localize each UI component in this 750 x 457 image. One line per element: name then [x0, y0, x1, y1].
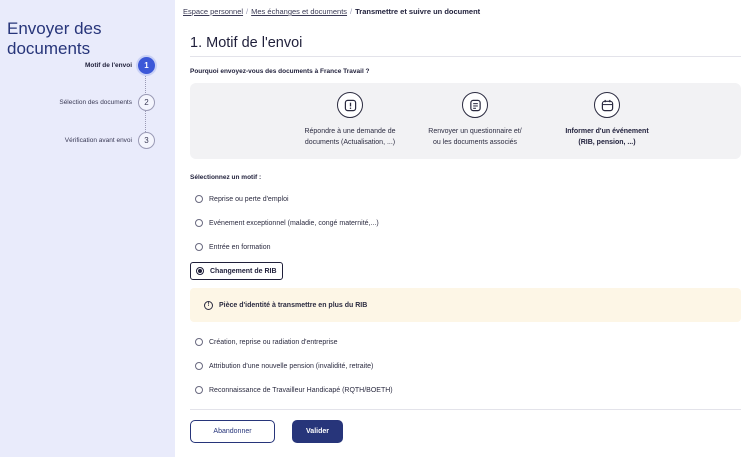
radio-button[interactable]	[195, 362, 203, 370]
step-verification[interactable]: Vérification avant envoi 3	[65, 132, 155, 149]
radio-label: Attribution d'une nouvelle pension (inva…	[209, 362, 374, 370]
step-motif[interactable]: Motif de l'envoi 1	[85, 57, 155, 74]
radio-label: Changement de RIB	[210, 267, 277, 275]
radio-label: Reprise ou perte d'emploi	[209, 195, 289, 203]
radio-label: Reconnaissance de Travailleur Handicapé …	[209, 386, 393, 394]
radio-button[interactable]	[195, 338, 203, 346]
step-selection[interactable]: Sélection des documents 2	[59, 94, 155, 111]
step-connector	[145, 111, 146, 132]
step-connector	[145, 74, 146, 95]
page-title: 1. Motif de l'envoi	[190, 35, 303, 51]
card-line: Répondre à une demande de	[304, 128, 396, 135]
card-text: Informer d'un événement (RIB, pension, .…	[547, 127, 667, 148]
step-number: 1	[138, 57, 155, 74]
card-line: documents (Actualisation, ...)	[304, 138, 396, 146]
step-label: Sélection des documents	[59, 99, 132, 106]
warning-banner: ! Pièce d'identité à transmettre en plus…	[190, 288, 741, 322]
step-label: Motif de l'envoi	[84, 62, 132, 69]
sidebar: Envoyer des documents Motif de l'envoi 1…	[0, 0, 175, 457]
card-repondre[interactable]: Répondre à une demande de documents (Act…	[290, 92, 410, 148]
radio-creation-entreprise[interactable]: Création, reprise ou radiation d'entrepr…	[195, 338, 338, 346]
alert-icon	[337, 92, 363, 118]
document-icon	[462, 92, 488, 118]
warning-icon: !	[204, 300, 213, 310]
radio-reprise-perte-emploi[interactable]: Reprise ou perte d'emploi	[195, 195, 289, 203]
step-number: 2	[138, 94, 155, 111]
breadcrumb-link-echanges[interactable]: Mes échanges et documents	[251, 7, 347, 16]
radio-evenement-exceptionnel[interactable]: Evénement exceptionnel (maladie, congé m…	[195, 219, 379, 227]
radio-label: Evénement exceptionnel (maladie, congé m…	[209, 219, 379, 227]
radio-changement-rib[interactable]: Changement de RIB	[190, 262, 283, 280]
card-line: Renvoyer un questionnaire et/	[428, 128, 522, 135]
actions-divider	[190, 409, 741, 410]
breadcrumb: Espace personnel / Mes échanges et documen…	[183, 7, 480, 16]
step-label: Vérification avant envoi	[64, 137, 132, 144]
question-label: Pourquoi envoyez-vous des documents à Fr…	[190, 68, 370, 75]
card-text: Répondre à une demande de documents (Act…	[290, 127, 410, 148]
cancel-button[interactable]: Abandonner	[190, 420, 275, 443]
breadcrumb-separator: /	[246, 7, 249, 16]
card-informer[interactable]: Informer d'un événement (RIB, pension, .…	[547, 92, 667, 148]
card-line: (RIB, pension, ...)	[578, 138, 636, 146]
radio-label: Entrée en formation	[209, 243, 271, 251]
submit-button[interactable]: Valider	[292, 420, 343, 443]
breadcrumb-link-espace[interactable]: Espace personnel	[183, 7, 243, 16]
radio-button[interactable]	[195, 195, 203, 203]
sidebar-title: Envoyer des documents	[7, 19, 102, 58]
step-number: 3	[138, 132, 155, 149]
breadcrumb-current: Transmettre et suivre un document	[355, 7, 481, 16]
warning-text: Pièce d'identité à transmettre en plus d…	[219, 301, 368, 309]
breadcrumb-separator: /	[350, 7, 353, 16]
calendar-icon	[594, 92, 620, 118]
radio-button-checked[interactable]	[196, 267, 204, 275]
main-content: Espace personnel / Mes échanges et documen…	[175, 0, 750, 457]
reason-cards: Répondre à une demande de documents (Act…	[190, 83, 741, 159]
motif-label: Sélectionnez un motif :	[190, 174, 262, 181]
card-text: Renvoyer un questionnaire et/ ou les doc…	[415, 127, 535, 148]
radio-button[interactable]	[195, 219, 203, 227]
card-line: ou les documents associés	[432, 138, 518, 146]
radio-button[interactable]	[195, 386, 203, 394]
radio-label: Création, reprise ou radiation d'entrepr…	[209, 338, 338, 346]
radio-rqth[interactable]: Reconnaissance de Travailleur Handicapé …	[195, 386, 393, 394]
radio-entree-formation[interactable]: Entrée en formation	[195, 243, 270, 251]
radio-button[interactable]	[195, 243, 203, 251]
card-renvoyer[interactable]: Renvoyer un questionnaire et/ ou les doc…	[415, 92, 535, 148]
title-divider	[190, 56, 741, 57]
radio-attribution-pension[interactable]: Attribution d'une nouvelle pension (inva…	[195, 362, 373, 370]
card-line: Informer d'un événement	[565, 128, 649, 135]
